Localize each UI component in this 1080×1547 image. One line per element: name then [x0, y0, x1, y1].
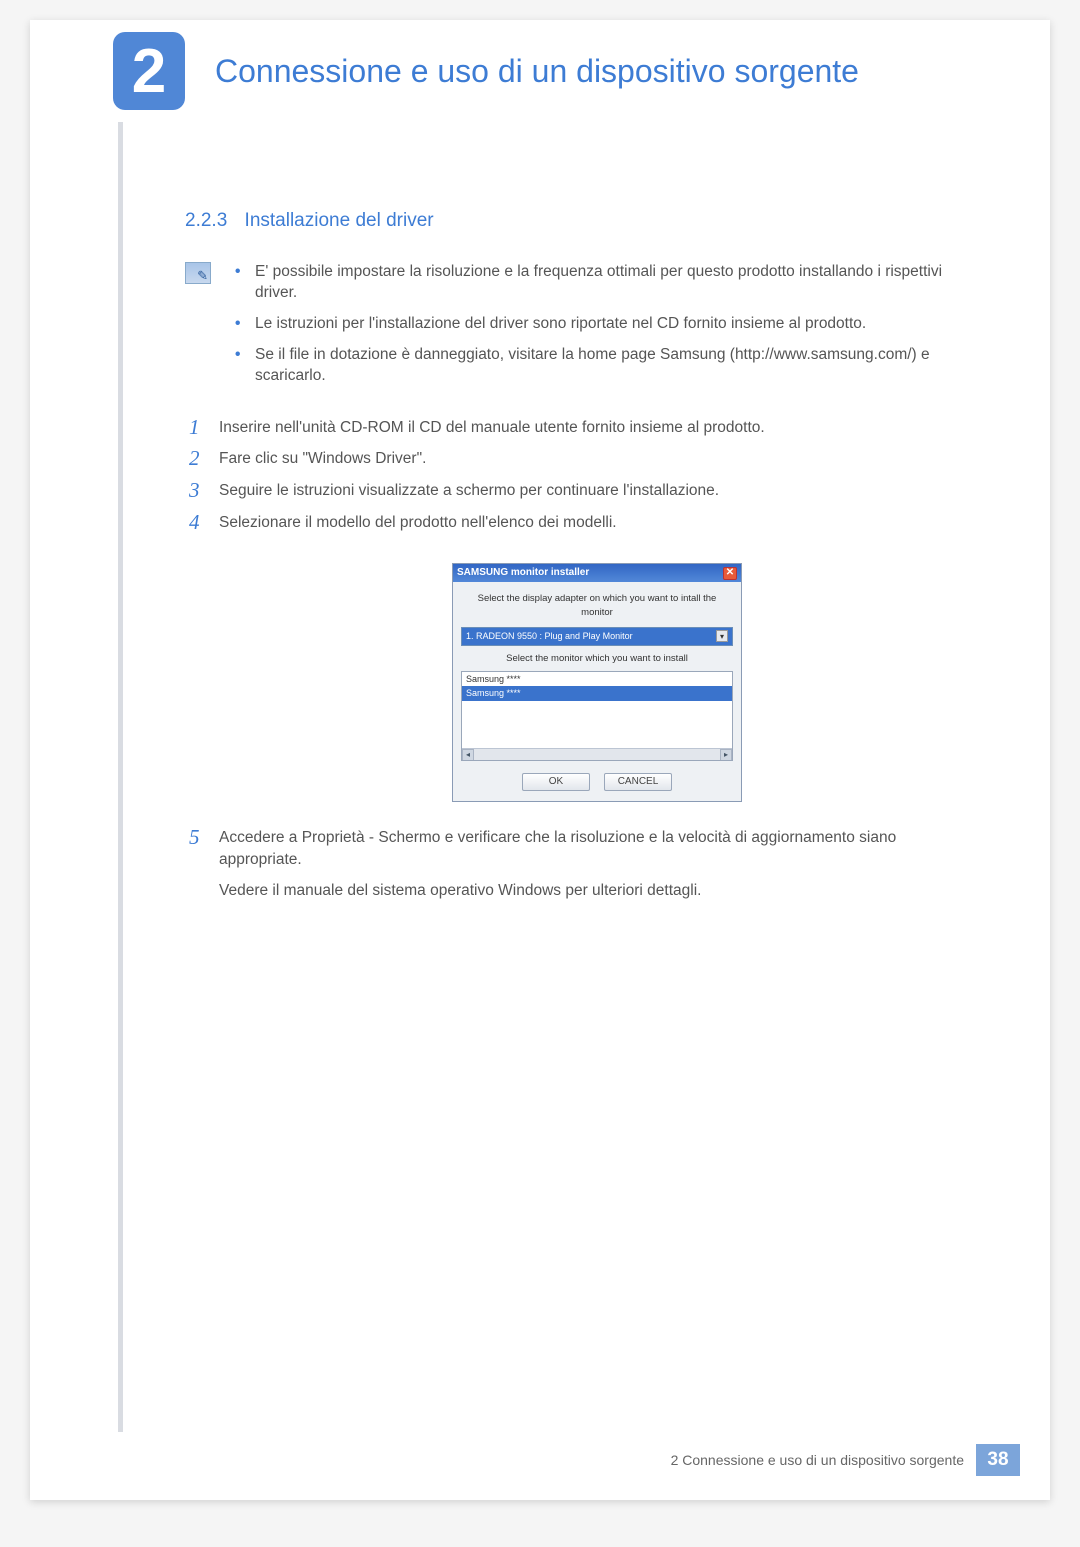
step-item: Fare clic su "Windows Driver".	[185, 448, 975, 470]
ok-button[interactable]: OK	[522, 773, 590, 791]
step-item: Inserire nell'unità CD-ROM il CD del man…	[185, 417, 975, 439]
list-item[interactable]: Samsung ****	[462, 672, 732, 687]
section-number: 2.2.3	[185, 210, 227, 231]
note-item: Se il file in dotazione è danneggiato, v…	[231, 345, 975, 387]
cancel-button[interactable]: CANCEL	[604, 773, 672, 791]
installer-titlebar: SAMSUNG monitor installer ✕	[453, 564, 741, 582]
step-text: Selezionare il modello del prodotto nell…	[219, 514, 617, 531]
page-number: 38	[976, 1444, 1020, 1476]
chapter-number-badge: 2	[113, 32, 185, 110]
list-item-selected[interactable]: Samsung ****	[462, 686, 732, 701]
steps-list: Inserire nell'unità CD-ROM il CD del man…	[185, 417, 975, 902]
adapter-selected-text: 1. RADEON 9550 : Plug and Play Monitor	[466, 630, 633, 643]
scroll-left-icon[interactable]: ◂	[462, 749, 474, 761]
scroll-right-icon[interactable]: ▸	[720, 749, 732, 761]
page-footer: 2 Connessione e uso di un dispositivo so…	[30, 1444, 1020, 1476]
note-item: E' possibile impostare la risoluzione e …	[231, 262, 975, 304]
section-heading: 2.2.3 Installazione del driver	[185, 210, 975, 232]
document-page: 2 Connessione e uso di un dispositivo so…	[30, 20, 1050, 1500]
footer-chapter-label: 2 Connessione e uso di un dispositivo so…	[671, 1452, 964, 1468]
step-extra-text: Vedere il manuale del sistema operativo …	[219, 880, 975, 902]
content-area: 2.2.3 Installazione del driver E' possib…	[185, 210, 975, 912]
vertical-rule	[118, 122, 123, 1432]
step-item: Seguire le istruzioni visualizzate a sch…	[185, 480, 975, 502]
note-list: E' possibile impostare la risoluzione e …	[231, 262, 975, 397]
installer-title: SAMSUNG monitor installer	[457, 566, 589, 580]
monitor-listbox[interactable]: Samsung **** Samsung **** ◂ ▸	[461, 671, 733, 761]
horizontal-scrollbar[interactable]: ◂ ▸	[462, 748, 732, 760]
installer-instruction-1: Select the display adapter on which you …	[461, 592, 733, 619]
installer-button-row: OK CANCEL	[461, 773, 733, 791]
installer-dialog: SAMSUNG monitor installer ✕ Select the d…	[452, 563, 742, 801]
step-item: Accedere a Proprietà - Schermo e verific…	[185, 827, 975, 902]
note-block: E' possibile impostare la risoluzione e …	[185, 262, 975, 397]
installer-instruction-2: Select the monitor which you want to ins…	[461, 652, 733, 665]
note-icon	[185, 262, 211, 284]
note-item: Le istruzioni per l'installazione del dr…	[231, 314, 975, 335]
chapter-title: Connessione e uso di un dispositivo sorg…	[215, 53, 859, 90]
step-item: Selezionare il modello del prodotto nell…	[185, 512, 975, 802]
display-adapter-select[interactable]: 1. RADEON 9550 : Plug and Play Monitor ▾	[461, 627, 733, 646]
installer-body: Select the display adapter on which you …	[453, 582, 741, 800]
close-icon[interactable]: ✕	[723, 567, 737, 580]
section-title: Installazione del driver	[245, 210, 434, 231]
step-text: Accedere a Proprietà - Schermo e verific…	[219, 829, 896, 868]
chapter-header: 2 Connessione e uso di un dispositivo so…	[113, 32, 859, 110]
chevron-down-icon[interactable]: ▾	[716, 630, 728, 642]
